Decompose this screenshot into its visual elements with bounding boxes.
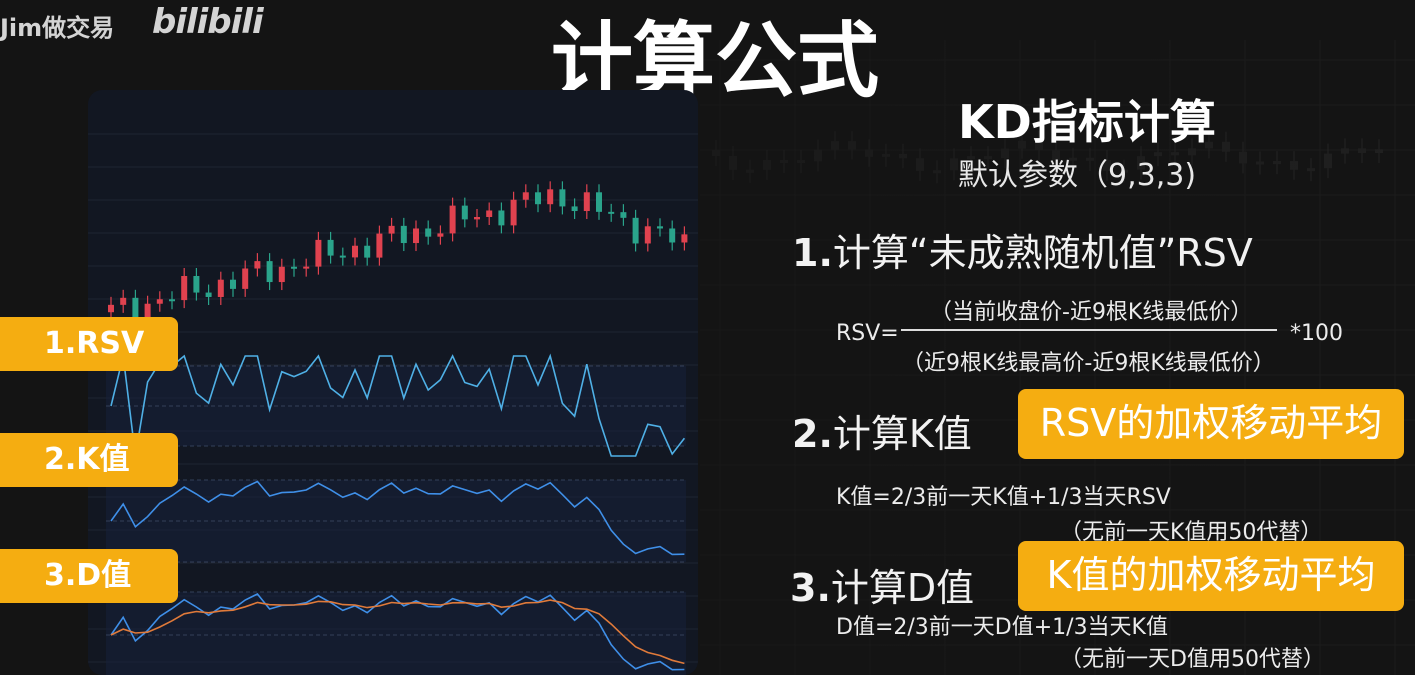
candle (596, 192, 602, 212)
tag-k: 2.K值 (0, 433, 178, 487)
step-1: 1.计算“未成熟随机值”RSV (792, 231, 1253, 275)
candle (474, 216, 480, 220)
candle (217, 279, 224, 297)
candle (461, 205, 468, 220)
candle (510, 199, 517, 226)
tag-d: 3.D值 (0, 549, 178, 603)
candle (620, 212, 627, 218)
candle (498, 210, 505, 226)
kd-illustration-chart (88, 133, 698, 675)
candle (388, 225, 395, 234)
candle (193, 276, 200, 293)
candle (449, 205, 456, 234)
candle (657, 226, 663, 229)
fraction-bar (901, 329, 1277, 331)
candle (644, 226, 651, 244)
candle (400, 225, 407, 244)
candle (632, 217, 639, 244)
rsv-denominator: （近9根K线最高价-近9根K线最低价） (902, 351, 1275, 376)
rsv-lhs: RSV= (836, 321, 899, 346)
step-2-highlight: RSV的加权移动平均 (1018, 389, 1404, 459)
step-3-highlight: K值的加权移动平均 (1018, 541, 1404, 611)
candle (413, 228, 419, 244)
candle (156, 299, 163, 304)
candle (108, 304, 114, 313)
candle (242, 268, 249, 289)
step-2: 2.计算K值 (792, 412, 972, 456)
k-formula: K值=2/3前一天K值+1/3当天RSV (836, 485, 1171, 510)
candle (169, 299, 175, 302)
candle (437, 233, 444, 237)
candle (669, 228, 676, 243)
rsv-multiplier: *100 (1290, 321, 1343, 346)
d-note: （无前一天D值用50代替） (1060, 647, 1325, 672)
candle (120, 297, 127, 305)
chart-panel (88, 90, 698, 675)
candle (571, 206, 578, 212)
candle (583, 192, 590, 212)
candle (254, 261, 261, 269)
candle (352, 245, 358, 258)
candle (230, 279, 236, 289)
candle (522, 192, 529, 200)
candle (681, 234, 688, 243)
candles (108, 181, 688, 329)
candle (339, 255, 346, 258)
candle (291, 266, 297, 269)
candle (535, 192, 541, 205)
candle (486, 210, 493, 217)
candle (303, 266, 310, 269)
candle (266, 261, 273, 283)
candle (547, 189, 554, 205)
candle (315, 239, 322, 267)
candle (181, 276, 188, 301)
section-heading: KD指标计算 (958, 95, 1216, 149)
candle (559, 189, 566, 207)
step-3: 3.计算D值 (790, 566, 975, 610)
candle (376, 233, 383, 258)
candle (205, 292, 212, 297)
d-formula: D值=2/3前一天D值+1/3当天K值 (836, 615, 1168, 640)
candle (327, 239, 334, 256)
rsv-numerator: （当前收盘价-近9根K线最低价） (930, 300, 1253, 325)
candle (364, 245, 371, 258)
default-params: 默认参数（9,3,3) (958, 158, 1197, 193)
candle (425, 228, 432, 237)
tag-rsv: 1.RSV (0, 317, 178, 371)
candle (278, 266, 285, 283)
candle (608, 211, 615, 214)
